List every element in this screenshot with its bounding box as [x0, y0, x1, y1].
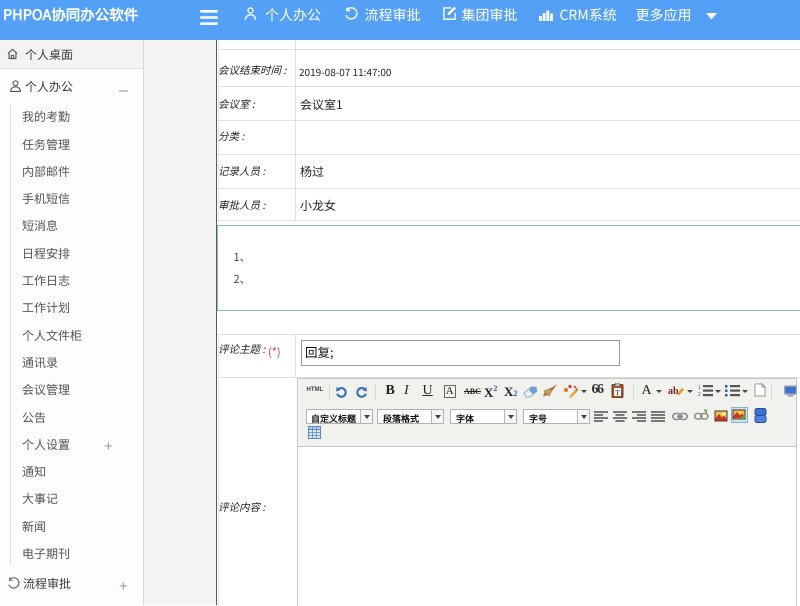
- svg-text:1: 1: [698, 385, 701, 391]
- svg-text:2: 2: [698, 392, 701, 397]
- svg-text:ab: ab: [668, 386, 679, 397]
- svg-text:T: T: [615, 389, 620, 397]
